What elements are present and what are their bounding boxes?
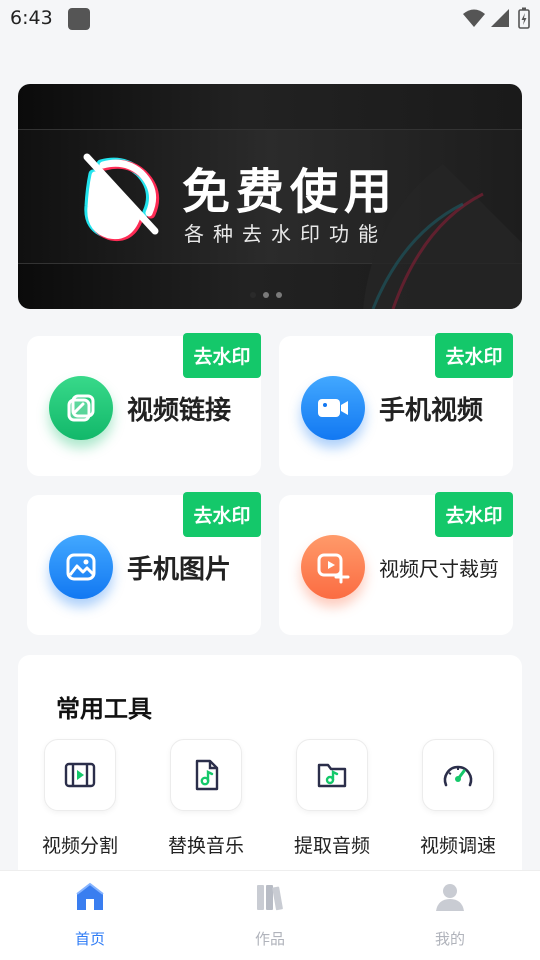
card-label: 手机图片: [127, 555, 232, 585]
nav-label: 作品: [254, 930, 285, 948]
tool-video-split[interactable]: 视频分割: [26, 739, 136, 859]
nav-label: 我的: [434, 930, 465, 948]
no-watermark-logo-icon: [83, 153, 160, 242]
pagination-dot[interactable]: [263, 292, 269, 298]
banner-pagination: [250, 292, 282, 298]
tool-replace-music[interactable]: 替换音乐: [152, 739, 262, 859]
tool-label: 替换音乐: [167, 835, 244, 857]
video-camera-icon: [301, 376, 365, 440]
watermark-remove-badge: 去水印: [183, 492, 261, 537]
video-link-card[interactable]: 去水印 视频链接: [27, 333, 261, 476]
status-bar: 6:43: [0, 0, 540, 36]
banner-subtitle: 各种去水印功能: [184, 222, 387, 246]
link-icon: [49, 376, 113, 440]
nav-item-home[interactable]: 首页: [0, 881, 180, 951]
nav-label: 首页: [74, 930, 105, 948]
signal-icon: [491, 9, 509, 27]
wifi-icon: [463, 9, 485, 27]
home-icon: [76, 882, 104, 910]
nav-item-mine[interactable]: 我的: [360, 881, 540, 951]
pagination-dot[interactable]: [276, 292, 282, 298]
music-folder-icon: [296, 739, 368, 811]
phone-image-card[interactable]: 去水印 手机图片: [27, 492, 261, 635]
pagination-dot[interactable]: [250, 292, 256, 298]
tool-label: 视频调速: [419, 835, 496, 857]
nav-item-works[interactable]: 作品: [180, 881, 360, 951]
tool-label: 提取音频: [293, 835, 370, 857]
video-split-icon: [44, 739, 116, 811]
card-label: 视频尺寸裁剪: [379, 557, 499, 581]
card-label: 手机视频: [379, 396, 484, 426]
tool-label: 视频分割: [41, 835, 118, 857]
video-crop-card[interactable]: 去水印 视频尺寸裁剪: [279, 492, 513, 635]
bottom-navigation: 首页 作品 我的: [0, 870, 540, 960]
books-icon: [257, 885, 283, 911]
app-screen: 6:43 免费使用 各种去水印功能 去水印 视频链接 去水印 手机视频 去水印 …: [0, 0, 540, 960]
watermark-remove-badge: 去水印: [435, 333, 513, 378]
battery-icon: [518, 7, 530, 29]
promo-banner[interactable]: 免费使用 各种去水印功能: [18, 84, 522, 309]
banner-title: 免费使用: [182, 164, 399, 220]
status-time: 6:43: [10, 7, 53, 29]
app-notification-icon: [68, 8, 90, 30]
image-icon: [49, 535, 113, 599]
phone-video-card[interactable]: 去水印 手机视频: [279, 333, 513, 476]
music-file-icon: [170, 739, 242, 811]
user-icon: [436, 884, 464, 911]
speedometer-icon: [422, 739, 494, 811]
common-tools-panel: 常用工具 视频分割 替换音乐 提取音频 视频调速: [18, 655, 522, 885]
watermark-remove-badge: 去水印: [183, 333, 261, 378]
section-title: 常用工具: [56, 695, 152, 723]
watermark-remove-badge: 去水印: [435, 492, 513, 537]
tool-extract-audio[interactable]: 提取音频: [278, 739, 388, 859]
tool-video-speed[interactable]: 视频调速: [404, 739, 514, 859]
card-label: 视频链接: [127, 396, 232, 426]
video-crop-icon: [301, 535, 365, 599]
